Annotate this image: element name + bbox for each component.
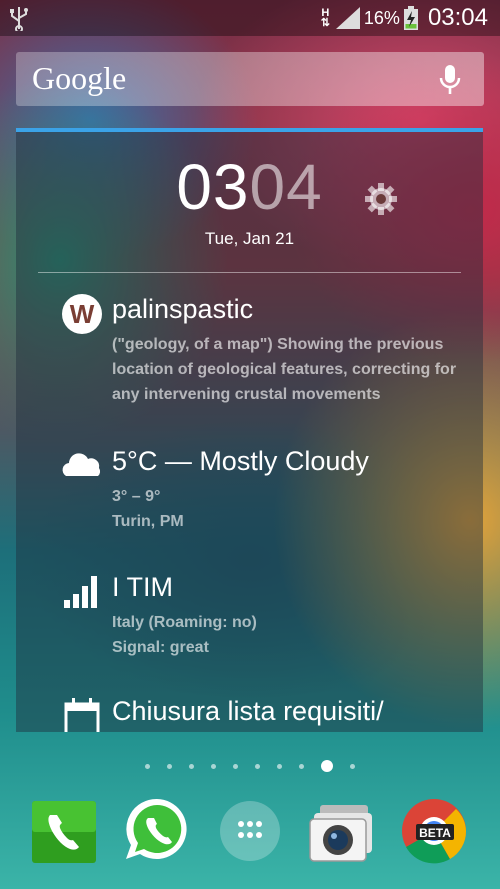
weather-range: 3° – 9°	[112, 488, 161, 505]
clock-hours: 03	[176, 151, 250, 223]
beta-badge: BETA	[419, 826, 451, 840]
calendar-title: Chiusura lista requisiti/	[112, 696, 384, 726]
data-activity-icon: H ⇅	[320, 7, 330, 29]
calendar-item[interactable]: Chiusura lista requisiti/	[60, 694, 470, 732]
weather-title: 5°C — Mostly Cloudy	[112, 446, 369, 476]
signal-strength-icon	[335, 7, 360, 29]
calendar-icon	[64, 698, 100, 732]
network-roaming: Italy (Roaming: no)	[112, 614, 257, 631]
chrome-beta-icon[interactable]: BETA	[398, 795, 470, 867]
page-dot	[189, 763, 194, 769]
cloud-icon	[62, 453, 101, 476]
page-dot-active	[321, 760, 333, 772]
page-dot	[233, 763, 238, 769]
page-dot	[255, 763, 260, 769]
page-dot	[145, 763, 150, 769]
status-bar: H ⇅ 16% 03:04	[0, 0, 500, 36]
widget-date: Tue, Jan 21	[204, 229, 295, 248]
usb-icon	[10, 7, 28, 31]
battery-percent: 16%	[363, 7, 400, 28]
page-dot	[167, 763, 172, 769]
page-dot	[350, 763, 355, 769]
word-title: palinspastic	[112, 294, 254, 324]
page-indicator	[0, 760, 500, 772]
page-dot	[299, 763, 304, 769]
definition-line: location of geological features, correct…	[112, 361, 457, 378]
page-dot	[211, 763, 216, 769]
word-of-day-item[interactable]: W palinspastic ("geology, of a map") Sho…	[60, 292, 470, 412]
clock-minutes: 04	[249, 151, 323, 223]
camera-app-icon[interactable]	[306, 795, 378, 867]
weather-location: Turin, PM	[112, 513, 184, 530]
battery-charging-icon	[403, 6, 418, 30]
network-title: I TIM	[112, 572, 174, 602]
weather-details: 3° – 9° Turin, PM	[112, 484, 184, 534]
divider	[38, 272, 461, 273]
microphone-icon[interactable]	[438, 64, 462, 96]
status-time: 03:04	[427, 4, 488, 31]
app-drawer-icon[interactable]	[214, 795, 286, 867]
word-definition: ("geology, of a map") Showing the previo…	[112, 332, 456, 407]
widget-accent-bar	[16, 128, 483, 132]
google-search-bar[interactable]: Google	[16, 52, 484, 106]
widget-clock[interactable]: 0304	[16, 150, 483, 224]
definition-line: ("geology, of a map") Showing the previo…	[112, 336, 444, 353]
weather-item[interactable]: 5°C — Mostly Cloudy 3° – 9° Turin, PM	[60, 444, 470, 544]
google-logo: Google	[32, 60, 127, 96]
definition-line: any intervening crustal movements	[112, 386, 381, 403]
app-dock: BETA	[0, 795, 500, 867]
gear-icon[interactable]	[364, 182, 398, 216]
network-signal: Signal: great	[112, 639, 209, 656]
network-details: Italy (Roaming: no) Signal: great	[112, 610, 257, 660]
page-dot	[277, 763, 282, 769]
phone-app-icon[interactable]	[28, 795, 100, 867]
dashclock-widget[interactable]: 0304 Tue, Jan 21 W palinspastic ("geolog…	[16, 128, 483, 732]
signal-bars-icon	[64, 576, 97, 608]
word-icon-letter: W	[70, 299, 95, 329]
network-item[interactable]: I TIM Italy (Roaming: no) Signal: great	[60, 570, 470, 670]
word-of-day-icon: W	[62, 294, 102, 334]
whatsapp-icon[interactable]	[121, 795, 193, 867]
